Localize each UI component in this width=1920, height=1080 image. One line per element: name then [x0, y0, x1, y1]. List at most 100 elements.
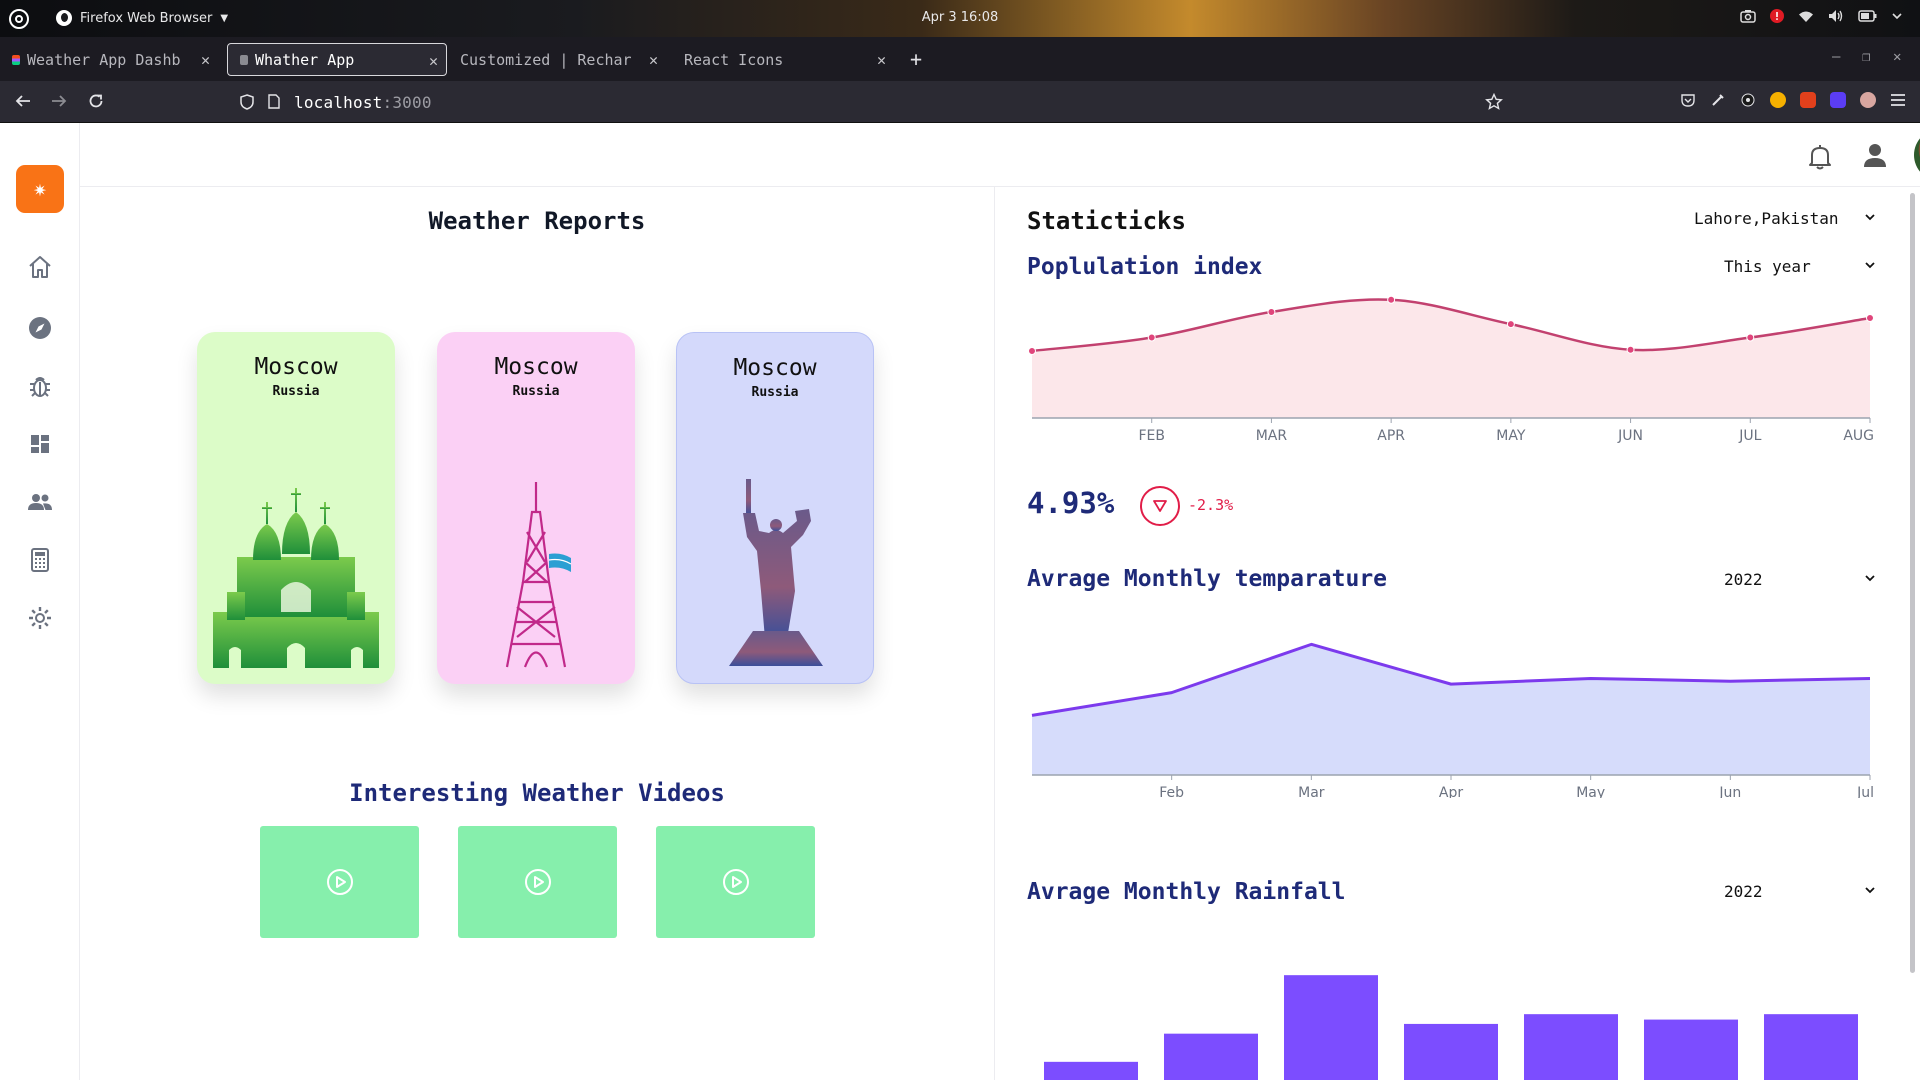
compass-icon[interactable] [27, 315, 53, 341]
tab-weather-dashboard[interactable]: Weather App Dashb ✕ [0, 43, 218, 76]
temperature-chart: Feb Mar Apr May Jun Jul [1031, 642, 1874, 798]
bookmark-star-icon[interactable] [1485, 93, 1503, 111]
url-port: :3000 [382, 93, 432, 112]
clock[interactable]: Apr 3 16:08 [0, 10, 1920, 25]
forward-arrow-icon[interactable] [50, 92, 68, 110]
minimize-button[interactable]: — [1832, 49, 1840, 65]
activities-icon[interactable] [9, 9, 29, 29]
temperature-year-select[interactable]: 2022 [1724, 570, 1876, 589]
chevron-down-icon: ▼ [220, 12, 229, 24]
city-name: Moscow [494, 354, 578, 380]
x-tick-label: FEB [1138, 428, 1165, 444]
chevron-down-icon [1865, 214, 1875, 221]
tab-label: Weather App Dashb [27, 50, 181, 69]
color-picker-icon[interactable] [1710, 92, 1726, 108]
x-tick-label: Feb [1159, 785, 1184, 798]
triangle-down-icon [1153, 500, 1167, 512]
extension-profile-icon[interactable] [1860, 92, 1876, 108]
calculator-icon[interactable] [27, 547, 53, 573]
users-icon[interactable] [27, 489, 53, 515]
alert-icon[interactable] [1770, 9, 1784, 23]
data-point [1387, 295, 1396, 304]
new-tab-button[interactable]: + [910, 47, 922, 71]
rainfall-title: Avrage Monthly Rainfall [1027, 879, 1346, 905]
extension-yellow-icon[interactable] [1770, 92, 1786, 108]
extension-red-icon[interactable] [1800, 92, 1816, 108]
tab-react-icons[interactable]: React Icons ✕ [672, 43, 894, 76]
pocket-icon[interactable] [1680, 92, 1696, 108]
system-tray[interactable] [1740, 9, 1902, 23]
trend-down-badge [1140, 486, 1180, 526]
data-point [1626, 345, 1635, 354]
back-arrow-icon[interactable] [14, 92, 32, 110]
tab-label: React Icons [684, 50, 784, 69]
period-select[interactable]: This year [1724, 257, 1876, 276]
home-icon[interactable] [27, 254, 53, 280]
volume-icon[interactable] [1828, 9, 1844, 23]
scrollbar[interactable] [1910, 193, 1915, 973]
location-select[interactable]: Lahore,Pakistan [1694, 209, 1876, 228]
video-thumbnail[interactable] [656, 826, 815, 938]
browser-tab-strip: Weather App Dashb ✕ Whather App ✕ Custom… [0, 37, 1920, 81]
rainfall-year-select[interactable]: 2022 [1724, 882, 1876, 901]
dashboard-icon[interactable] [27, 431, 53, 457]
user-icon[interactable] [1861, 141, 1889, 169]
maximize-button[interactable]: ❐ [1862, 49, 1870, 65]
rainfall-bar [1044, 1061, 1138, 1080]
city-card[interactable]: Moscow Russia [437, 332, 635, 684]
close-icon[interactable]: ✕ [429, 52, 438, 70]
reload-icon[interactable] [87, 92, 105, 110]
x-tick-label: AUG [1843, 428, 1874, 444]
play-circle-icon[interactable] [326, 868, 354, 896]
temperature-area [1032, 644, 1870, 775]
window-close-button[interactable]: ✕ [1893, 49, 1901, 65]
avatar[interactable] [1914, 129, 1920, 181]
rainfall-bar [1644, 1019, 1738, 1080]
video-thumbnail[interactable] [260, 826, 419, 938]
app-favicon-icon [240, 54, 248, 65]
tab-customized-recharts[interactable]: Customized | Rechar ✕ [448, 43, 666, 76]
close-icon[interactable]: ✕ [649, 51, 658, 69]
hamburger-menu-icon[interactable] [1890, 93, 1906, 107]
play-circle-icon[interactable] [722, 868, 750, 896]
rainfall-bar [1164, 1033, 1258, 1080]
x-tick-label: Mar [1298, 785, 1325, 798]
logo-button[interactable]: ✷ [16, 165, 64, 213]
video-thumbnail[interactable] [458, 826, 617, 938]
population-chart: FEB MAR APR MAY JUN JUL AUG [1028, 295, 1874, 444]
data-point [1746, 333, 1755, 342]
react-devtools-icon[interactable] [1740, 92, 1756, 108]
wifi-icon[interactable] [1798, 10, 1814, 23]
bug-icon[interactable] [27, 373, 53, 399]
city-card[interactable]: Moscow Russia [197, 332, 395, 684]
x-tick-label: MAY [1496, 428, 1526, 444]
statue-illustration [729, 479, 823, 666]
screenshot-icon[interactable] [1740, 9, 1756, 23]
extension-purple-icon[interactable] [1830, 92, 1846, 108]
x-tick-label: JUN [1617, 428, 1643, 444]
close-icon[interactable]: ✕ [201, 51, 210, 69]
url-bar[interactable]: localhost:3000 [230, 87, 1503, 117]
city-name: Moscow [733, 355, 817, 381]
firefox-icon [56, 10, 72, 26]
chevron-down-icon[interactable] [1892, 12, 1902, 20]
app-menu[interactable]: Firefox Web Browser ▼ [56, 10, 228, 26]
tab-whather-app[interactable]: Whather App ✕ [227, 43, 447, 76]
x-tick-label: Apr [1439, 785, 1463, 798]
play-circle-icon[interactable] [524, 868, 552, 896]
x-tick-label: JUL [1738, 428, 1761, 444]
chevron-down-icon [1865, 887, 1875, 894]
panel-divider [994, 187, 995, 1080]
x-tick-label: APR [1377, 428, 1405, 444]
tab-label: Customized | Rechar [460, 50, 632, 69]
bell-icon[interactable] [1807, 143, 1833, 171]
data-point [1267, 307, 1276, 316]
country-name: Russia [272, 384, 320, 399]
shield-icon[interactable] [240, 94, 254, 110]
city-card[interactable]: Moscow Russia [676, 332, 874, 684]
settings-icon[interactable] [27, 605, 53, 631]
battery-icon[interactable] [1858, 10, 1878, 22]
url-text[interactable]: localhost:3000 [294, 93, 432, 112]
figma-favicon-icon [12, 54, 20, 65]
close-icon[interactable]: ✕ [877, 51, 886, 69]
